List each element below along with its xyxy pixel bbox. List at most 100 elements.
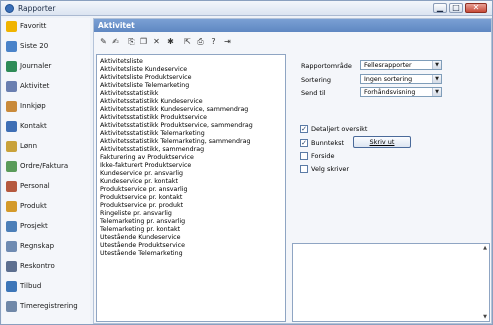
sidebar-item-label: Reskontro: [20, 262, 55, 270]
person-icon: [6, 181, 17, 192]
list-item[interactable]: Produktservice pr. produkt: [100, 202, 183, 210]
list-item[interactable]: Produktservice pr. kontakt: [100, 194, 182, 202]
clock-icon: [6, 41, 17, 52]
list-item[interactable]: Utestående Telemarketing: [100, 250, 183, 258]
list-item[interactable]: Kundeservice pr. kontakt: [100, 178, 178, 186]
chevron-down-icon[interactable]: ▼: [432, 75, 441, 83]
sidebar-item[interactable]: Personal: [2, 178, 90, 196]
list-item[interactable]: Aktivitetsliste Produktservice: [100, 74, 192, 82]
help-icon[interactable]: ?: [208, 36, 219, 47]
option-label: Detaljert oversikt: [311, 125, 368, 133]
tools-icon[interactable]: ✱: [165, 36, 176, 47]
rapportomrade-select[interactable]: Fellesrapporter ▼: [360, 60, 442, 70]
new-report-icon[interactable]: ⎘: [126, 36, 137, 47]
close-icon: ✕: [472, 3, 480, 12]
sortering-label: Sortering: [301, 76, 332, 84]
sidebar-item-label: Kontakt: [20, 122, 47, 130]
list-item[interactable]: Aktivitetsliste Kundeservice: [100, 66, 187, 74]
list-item[interactable]: Aktivitetsstatistikk Kundeservice, samme…: [100, 106, 248, 114]
list-item[interactable]: Telemarketing pr. kontakt: [100, 226, 180, 234]
list-item[interactable]: Kundeservice pr. ansvarlig: [100, 170, 183, 178]
offer-icon: [6, 281, 17, 292]
list-item[interactable]: Aktivitetsstatistikk Telemarketing, samm…: [100, 138, 250, 146]
checkbox[interactable]: ✓: [300, 125, 308, 133]
print-button-label: Skriv ut: [369, 138, 395, 146]
sidebar-item[interactable]: Ordre/Faktura: [2, 158, 90, 176]
send-til-select[interactable]: Forhåndsvisning ▼: [360, 87, 442, 97]
panel-header: Aktivitet: [94, 19, 491, 32]
checkbox[interactable]: [300, 165, 308, 173]
list-item[interactable]: Aktivitetsstatistikk: [100, 90, 158, 98]
accounting-icon: [6, 241, 17, 252]
sidebar-item[interactable]: Reskontro: [2, 258, 90, 276]
minimize-icon: ▁: [436, 3, 444, 12]
sidebar-item[interactable]: Timeregistrering: [2, 298, 90, 316]
sidebar-item[interactable]: Journaler: [2, 58, 90, 76]
list-item[interactable]: Aktivitetsstatistikk Produktservice: [100, 114, 207, 122]
minimize-button[interactable]: ▁: [433, 3, 447, 13]
sidebar-item[interactable]: Lønn: [2, 138, 90, 156]
list-item[interactable]: Utestående Kundeservice: [100, 234, 181, 242]
sidebar-item-label: Timeregistrering: [20, 302, 78, 310]
maximize-icon: □: [452, 3, 460, 12]
sidebar-item[interactable]: Kontakt: [2, 118, 90, 136]
sidebar-item[interactable]: Produkt: [2, 198, 90, 216]
sidebar-item[interactable]: Prosjekt: [2, 218, 90, 236]
sortering-value: Ingen sortering: [364, 76, 413, 83]
list-item[interactable]: Utestående Produktservice: [100, 242, 185, 250]
copy-icon[interactable]: ❐: [138, 36, 149, 47]
chevron-down-icon[interactable]: ▼: [432, 88, 441, 96]
print-button[interactable]: Skriv ut: [353, 136, 411, 148]
checkbox[interactable]: [300, 152, 308, 160]
purchase-icon: [6, 101, 17, 112]
list-item[interactable]: Fakturering av Produktservice: [100, 154, 194, 162]
sidebar-item-label: Tilbud: [20, 282, 42, 290]
app-logo-icon: [5, 4, 14, 13]
chevron-down-icon[interactable]: ▼: [432, 61, 441, 69]
close-button[interactable]: ✕: [465, 3, 487, 13]
sidebar-item-label: Aktivitet: [20, 82, 50, 90]
list-item[interactable]: Aktivitetsliste: [100, 58, 143, 66]
list-item[interactable]: Aktivitetsstatistikk, sammendrag: [100, 146, 204, 154]
delete-icon[interactable]: ✕: [151, 36, 162, 47]
list-item[interactable]: Ikke-fakturert Produktservice: [100, 162, 191, 170]
sidebar-item-label: Regnskap: [20, 242, 55, 250]
sidebar-item[interactable]: Favoritt: [2, 18, 90, 36]
list-item[interactable]: Telemarketing pr. ansvarlig: [100, 218, 185, 226]
sidebar-item[interactable]: Innkjøp: [2, 98, 90, 116]
list-item[interactable]: Aktivitetsliste Telemarketing: [100, 82, 189, 90]
book-icon: [6, 61, 17, 72]
report-list[interactable]: Aktivitetsliste Aktivitetsliste Kundeserv…: [96, 54, 286, 322]
scroll-down-icon[interactable]: ▼: [482, 314, 488, 320]
invoice-icon: [6, 161, 17, 172]
panel-title: Aktivitet: [98, 21, 135, 30]
sidebar-item[interactable]: Siste 20: [2, 38, 90, 56]
list-item[interactable]: Aktivitetsstatistikk Telemarketing: [100, 130, 205, 138]
export-icon[interactable]: ⇱: [182, 36, 193, 47]
exit-icon[interactable]: ⇥: [222, 36, 233, 47]
activity-icon: [6, 81, 17, 92]
list-item[interactable]: Aktivitetsstatistikk Kundeservice: [100, 98, 203, 106]
print-icon[interactable]: ⎙: [195, 36, 206, 47]
list-item[interactable]: Aktivitetsstatistikk Produktservice, sam…: [100, 122, 253, 130]
list-item[interactable]: Ringeliste pr. ansvarlig: [100, 210, 172, 218]
edit-icon[interactable]: ✎: [98, 36, 109, 47]
sidebar-item[interactable]: Aktivitet: [2, 78, 90, 96]
sidebar-item[interactable]: Regnskap: [2, 238, 90, 256]
product-icon: [6, 201, 17, 212]
scroll-up-icon[interactable]: ▲: [482, 245, 488, 251]
maximize-button[interactable]: □: [449, 3, 463, 13]
checkbox[interactable]: ✓: [300, 139, 308, 147]
option-label: Forside: [311, 152, 335, 160]
sortering-select[interactable]: Ingen sortering ▼: [360, 74, 442, 84]
sidebar-item-label: Innkjøp: [20, 102, 46, 110]
edit-list-icon[interactable]: ✍: [110, 36, 121, 47]
app-window: Rapporter ▁ □ ✕ Favoritt Siste 20 Journale…: [0, 0, 493, 325]
sidebar-item[interactable]: Tilbud: [2, 278, 90, 296]
list-item[interactable]: Produktservice pr. ansvarlig: [100, 186, 187, 194]
rapportomrade-value: Fellesrapporter: [364, 62, 412, 69]
sidebar-item-label: Ordre/Faktura: [20, 162, 69, 170]
toolbar: ✎ ✍ ⎘ ❐ ✕ ✱ ⇱ ⎙? ⇥: [94, 33, 491, 51]
send-til-value: Forhåndsvisning: [364, 89, 416, 96]
sidebar-item-label: Favoritt: [20, 22, 47, 30]
